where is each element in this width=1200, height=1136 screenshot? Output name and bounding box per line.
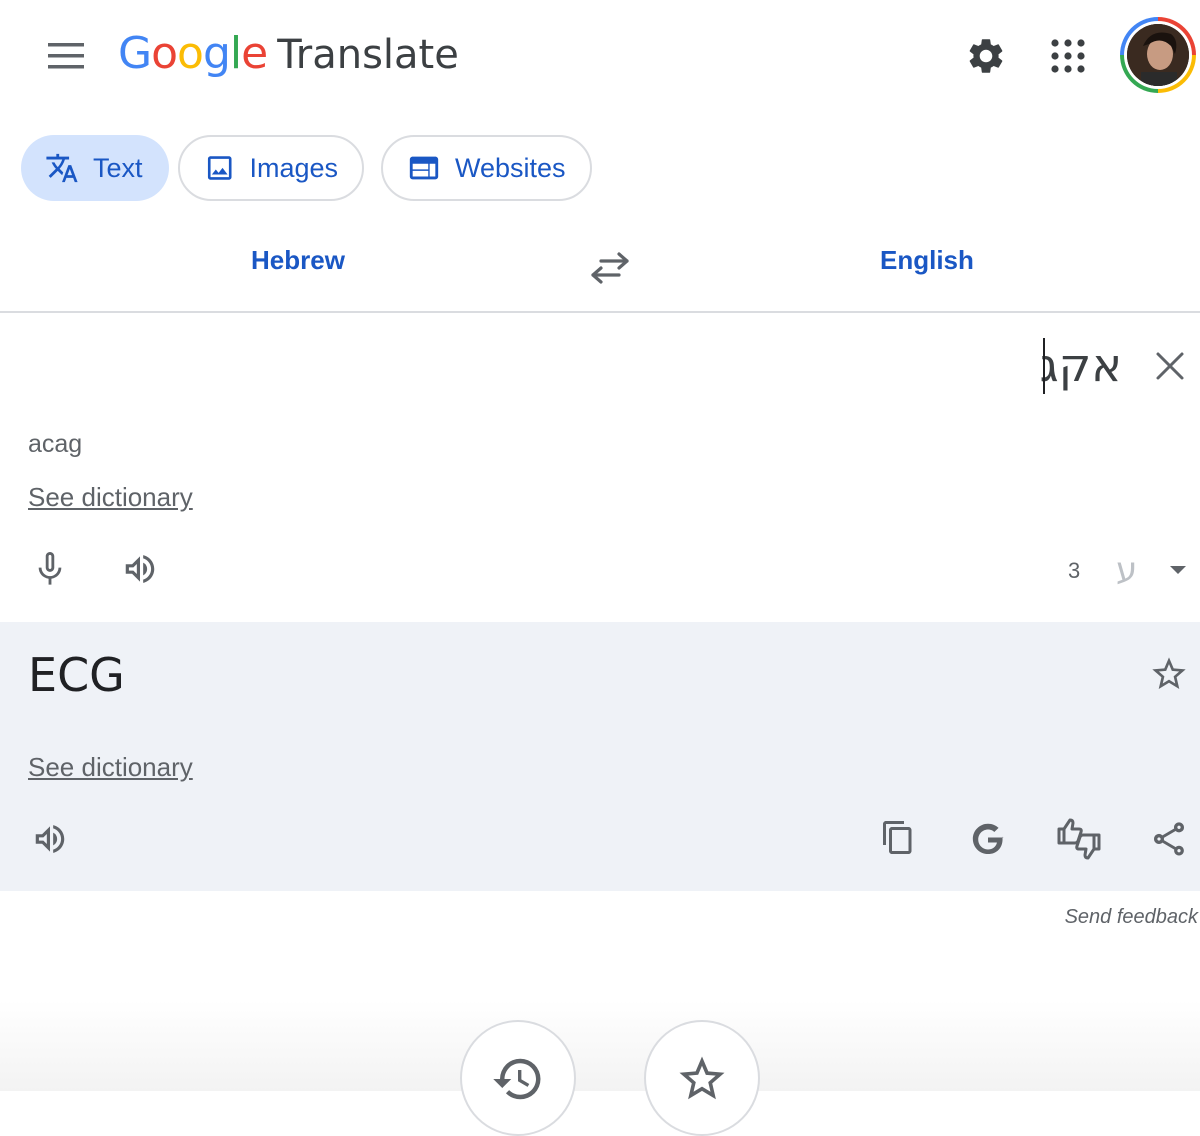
image-icon [207,156,232,180]
source-transliteration: acag [28,430,83,458]
input-tools-dropdown-icon[interactable] [1170,566,1186,574]
google-apps-button[interactable] [1036,24,1100,88]
logo-letter: l [229,28,242,79]
text-caret [1043,338,1045,394]
main-menu-button[interactable] [30,20,102,92]
star-outline-icon [679,1056,725,1100]
account-avatar-button[interactable] [1120,17,1196,93]
translate-icon [46,153,78,183]
logo-letter: g [202,28,231,79]
menu-icon [48,43,84,69]
send-feedback-link[interactable]: Send feedback [1065,906,1198,929]
google-translate-logo[interactable]: G o o g l e Translate [118,28,459,88]
avatar [1127,24,1189,86]
logo-letter: o [177,28,204,79]
thumbs-up-down-icon [1057,818,1101,860]
target-see-dictionary-link[interactable]: See dictionary [28,752,193,783]
voice-input-button[interactable] [22,541,78,597]
google-search-button[interactable] [960,811,1016,867]
bottom-shadow [0,1000,1200,1091]
logo-product-name: Translate [277,32,459,78]
source-language-selector[interactable]: Hebrew [251,245,345,276]
logo-letter: o [151,28,178,79]
mode-tab-images[interactable]: Images [178,135,364,201]
logo-letter: G [118,28,152,79]
save-translation-button[interactable] [1141,646,1197,702]
source-see-dictionary-link[interactable]: See dictionary [28,482,193,513]
translation-output: ECG [28,648,125,702]
listen-source-button[interactable] [112,541,168,597]
target-language-selector[interactable]: English [880,245,974,276]
google-g-icon [972,823,1004,855]
logo-letter: e [241,28,268,79]
share-icon [1154,822,1184,856]
history-icon [493,1058,541,1100]
source-text-input[interactable]: אקג [1040,338,1122,392]
share-translation-button[interactable] [1141,811,1197,867]
star-outline-icon [1152,657,1186,689]
copy-translation-button[interactable] [870,811,926,867]
website-icon [409,156,439,180]
character-count: 3 [1068,558,1081,583]
mode-tab-text-label: Text [93,152,143,183]
speaker-icon [125,555,155,583]
apps-grid-icon [1051,39,1085,73]
speaker-icon [35,825,65,853]
copy-icon [883,821,912,854]
mode-tab-websites[interactable]: Websites [381,135,592,201]
avatar-photo [1127,24,1189,86]
virtual-keyboard-button[interactable]: ע [1116,550,1137,590]
listen-translation-button[interactable] [22,811,78,867]
mode-tab-text[interactable]: Text [21,135,169,201]
settings-button[interactable] [954,24,1018,88]
divider [0,311,1200,313]
swap-arrows-icon [591,252,629,284]
rate-translation-button[interactable] [1051,811,1107,867]
clear-source-button[interactable] [1144,340,1196,392]
microphone-icon [38,552,62,585]
close-icon [1156,352,1184,380]
saved-translations-button[interactable] [644,1020,760,1136]
swap-languages-button[interactable] [582,240,638,296]
history-button[interactable] [460,1020,576,1136]
mode-tab-images-label: Images [249,152,338,183]
mode-tab-websites-label: Websites [455,152,566,183]
gear-icon [969,39,1003,73]
